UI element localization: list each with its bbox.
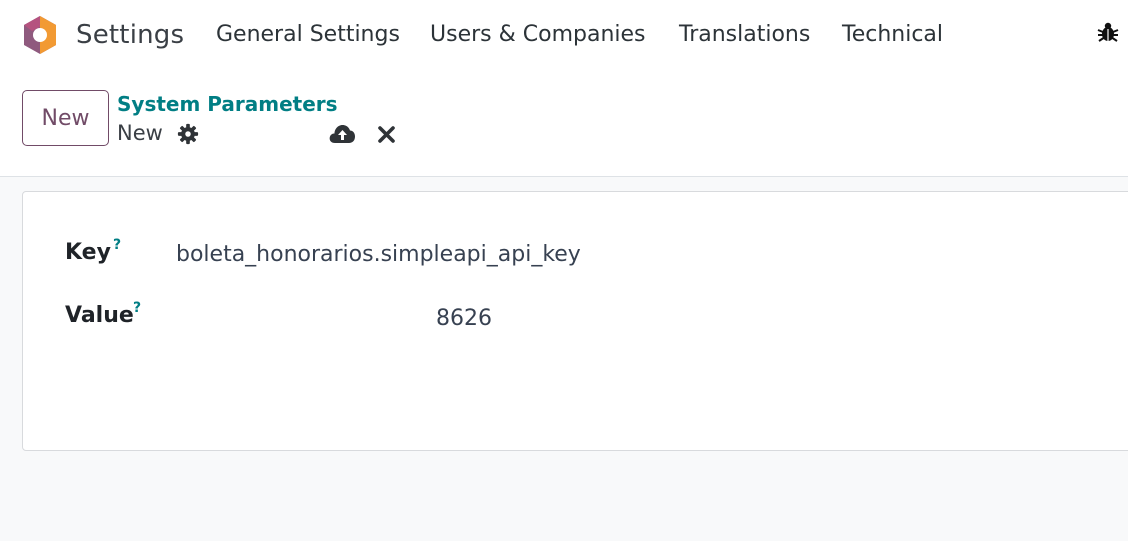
- key-help-tooltip[interactable]: ?: [113, 237, 121, 253]
- menu-users-companies[interactable]: Users & Companies: [430, 22, 646, 47]
- top-navbar: Settings General Settings Users & Compan…: [0, 0, 1128, 72]
- app-logo-icon[interactable]: [22, 15, 58, 55]
- menu-translations[interactable]: Translations: [679, 22, 810, 47]
- control-panel: New System Parameters New: [0, 72, 1128, 177]
- close-icon[interactable]: [377, 125, 396, 144]
- breadcrumb-system-parameters[interactable]: System Parameters: [117, 92, 338, 116]
- value-help-tooltip[interactable]: ?: [133, 300, 141, 316]
- value-label: Value: [65, 303, 134, 328]
- bug-icon[interactable]: [1096, 20, 1120, 44]
- menu-technical[interactable]: Technical: [842, 22, 943, 47]
- value-field[interactable]: 8626: [436, 306, 492, 331]
- form-sheet: Key ? boleta_honorarios.simpleapi_api_ke…: [22, 191, 1128, 451]
- menu-general-settings[interactable]: General Settings: [216, 22, 400, 47]
- app-name[interactable]: Settings: [76, 20, 184, 50]
- gear-icon[interactable]: [177, 123, 199, 145]
- cloud-upload-icon[interactable]: [328, 123, 356, 145]
- key-field[interactable]: boleta_honorarios.simpleapi_api_key: [176, 242, 581, 267]
- new-button[interactable]: New: [22, 90, 109, 146]
- record-name: New: [117, 121, 163, 145]
- key-label: Key: [65, 240, 111, 265]
